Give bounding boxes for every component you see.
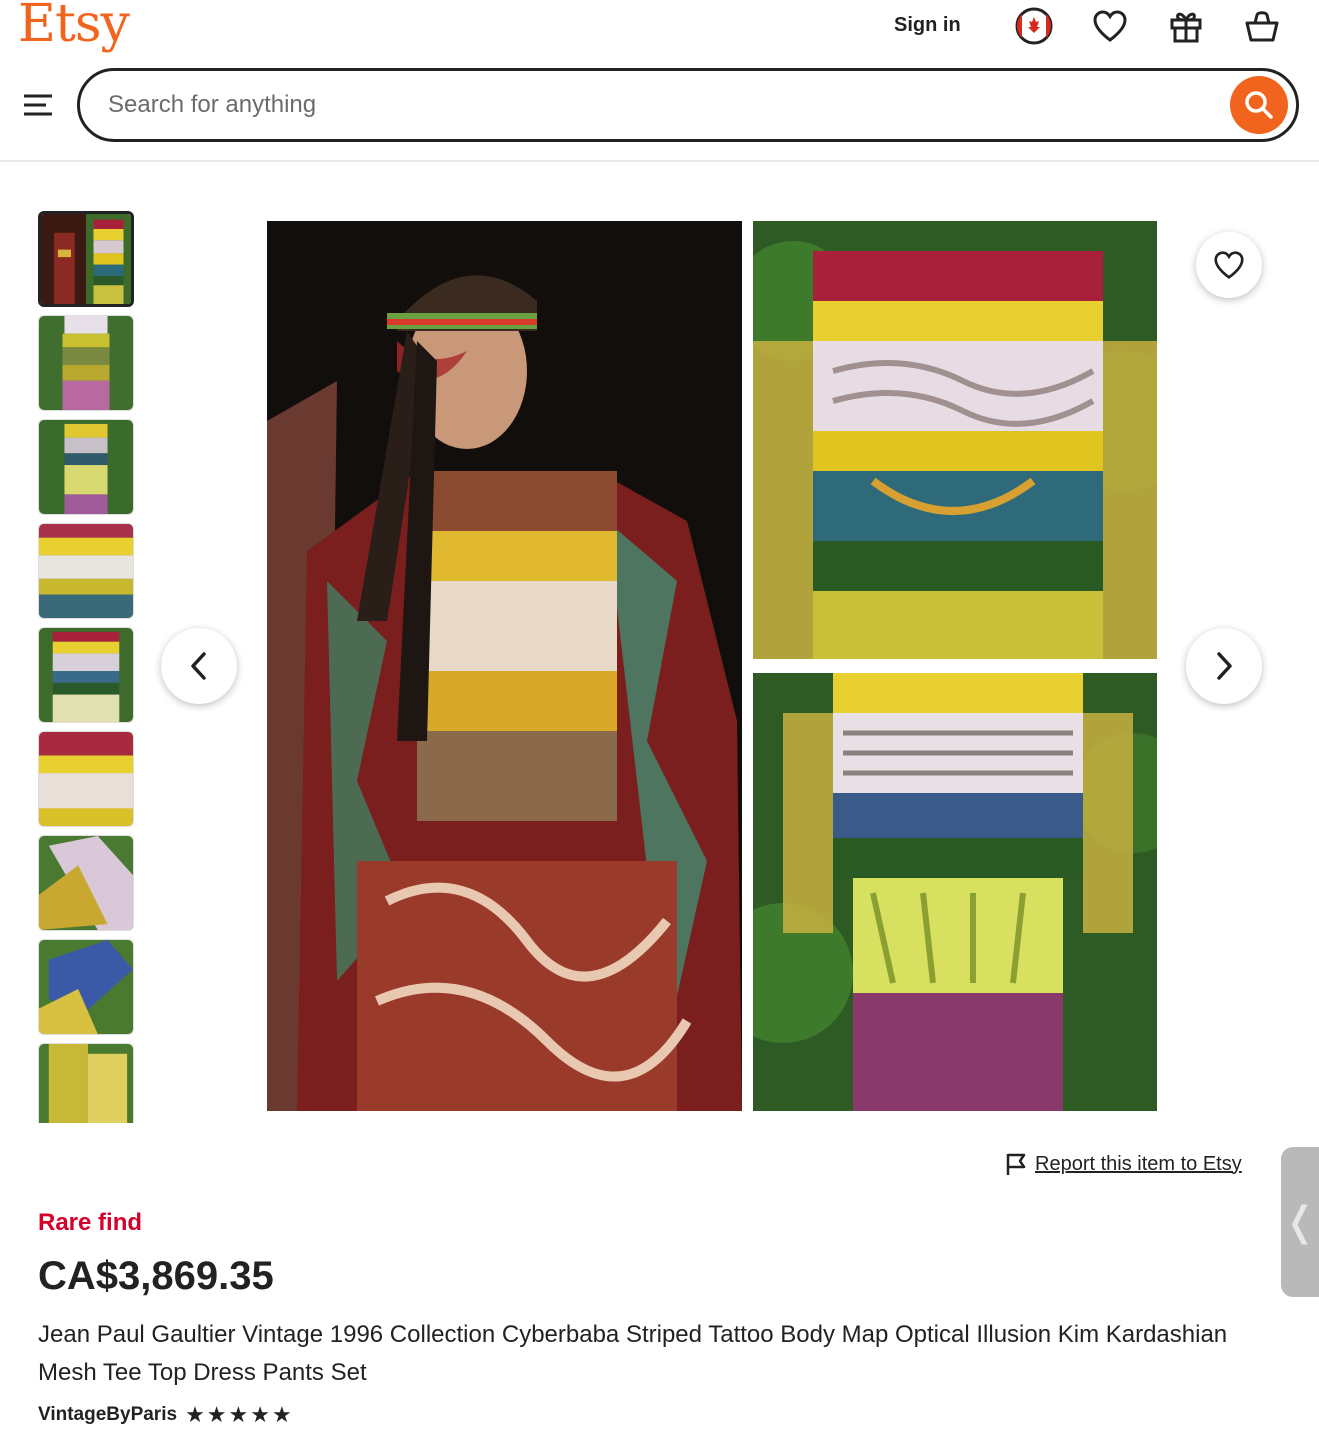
site-header: Etsy Sign in (0, 0, 1319, 162)
main-listing-image[interactable] (267, 221, 1157, 1111)
thumbnail-5[interactable] (38, 627, 134, 723)
listing-title: Jean Paul Gaultier Vintage 1996 Collecti… (38, 1321, 1228, 1386)
thumbnail-8[interactable] (38, 939, 134, 1035)
heart-icon[interactable] (1088, 6, 1132, 46)
heart-icon (1214, 251, 1244, 280)
menu-icon[interactable] (20, 88, 56, 122)
thumbnail-3[interactable] (38, 419, 134, 515)
basket-icon[interactable] (1240, 6, 1284, 46)
chevron-left-icon: ❬ (1283, 1200, 1317, 1244)
search-button[interactable] (1230, 76, 1288, 134)
chevron-left-icon (191, 652, 206, 680)
previous-image-button[interactable] (161, 628, 237, 704)
listing-price: CA$3,869.35 (38, 1254, 274, 1298)
shop-info: VintageByParis ★★★★★ (38, 1402, 294, 1428)
next-image-button[interactable] (1186, 628, 1262, 704)
thumbnail-1[interactable] (38, 211, 134, 307)
favorite-button[interactable] (1196, 232, 1262, 298)
shop-name-link[interactable]: VintageByParis (38, 1404, 177, 1426)
chevron-right-icon (1217, 652, 1232, 680)
side-drawer-tab[interactable]: ❬ (1281, 1147, 1319, 1297)
thumbnail-6[interactable] (38, 731, 134, 827)
sign-in-link[interactable]: Sign in (894, 14, 961, 37)
thumbnail-9[interactable] (38, 1043, 134, 1123)
search-icon (1245, 91, 1273, 119)
rating-stars[interactable]: ★★★★★ (185, 1402, 294, 1428)
search-bar (77, 68, 1299, 142)
front-photo (753, 221, 1157, 659)
report-item-link[interactable]: Report this item to Etsy (1005, 1152, 1242, 1176)
rare-find-badge: Rare find (38, 1209, 143, 1236)
search-input[interactable] (108, 85, 1208, 125)
thumbnail-7[interactable] (38, 835, 134, 931)
gift-icon[interactable] (1164, 6, 1208, 46)
thumbnail-2[interactable] (38, 315, 134, 411)
back-photo (753, 673, 1157, 1111)
report-item-label: Report this item to Etsy (1035, 1152, 1242, 1175)
canada-flag-icon[interactable] (1012, 6, 1056, 46)
thumbnail-4[interactable] (38, 523, 134, 619)
etsy-logo[interactable]: Etsy (18, 0, 130, 54)
thumbnail-list (38, 211, 134, 1123)
flag-icon (1006, 1153, 1026, 1175)
runway-photo (267, 221, 742, 1111)
